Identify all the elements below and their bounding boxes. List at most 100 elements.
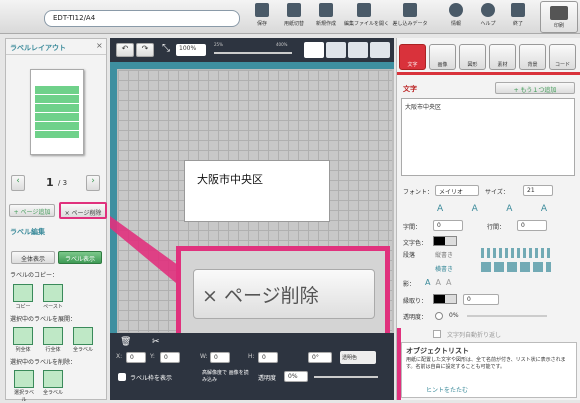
tab-image[interactable]: 画像 (429, 44, 456, 70)
canvas-toolbar: ↶ ↷ ⤡ 100% 25% 400% (110, 38, 394, 62)
print-button[interactable]: 印刷 (540, 1, 578, 33)
show-all-button[interactable]: 全体表示 (11, 251, 55, 264)
paste-button[interactable]: ペースト (42, 284, 64, 310)
zoom-select[interactable]: 100% (176, 44, 206, 56)
prev-page-button[interactable]: ‹ (11, 175, 25, 191)
vertical-writing-option[interactable]: 縦書き (435, 250, 453, 259)
hide-hint-link[interactable]: ヒントをたたむ (426, 385, 468, 394)
bold-button[interactable]: A (437, 204, 443, 216)
w-input[interactable]: 0 (210, 352, 230, 363)
delete-all-button[interactable]: 全ラベル (42, 370, 64, 396)
tab-background[interactable]: 背景 (519, 44, 546, 70)
tab-text[interactable]: 文字 (399, 44, 426, 70)
new-file-icon (319, 3, 333, 17)
view-mode-1-button[interactable] (304, 42, 324, 58)
tab-material[interactable]: 素材 (489, 44, 516, 70)
shadow-none-option[interactable]: A (425, 278, 430, 288)
undo-button[interactable]: ↶ (116, 43, 134, 57)
divider (6, 54, 106, 55)
exit-button[interactable]: 終了 (502, 3, 534, 33)
horizontal-align-buttons[interactable] (481, 262, 551, 272)
char-spacing-input[interactable]: 0 (433, 220, 463, 231)
object-list-description: 用紙に配置した文字や図形は、全て名前が付き、リスト状に表示されます。名前は自由に… (406, 357, 566, 370)
autowrap-label: 文字列自動折り返し (447, 332, 502, 339)
vertical-align-buttons[interactable] (481, 248, 551, 258)
expand-title: 選択中のラベルを展開： (10, 316, 77, 323)
transparent-color-button[interactable]: 透明色 (340, 351, 376, 364)
help-button[interactable]: ヘルプ (472, 3, 504, 33)
opacity-slider[interactable] (314, 376, 378, 378)
canvas-area: ↶ ↷ ⤡ 100% 25% 400% 大阪市中央区 × ページ削除 🗑 ✂ X… (110, 38, 394, 400)
horizontal-writing-option[interactable]: 横書き (435, 264, 453, 273)
delete-selected-button[interactable]: 選択ラベル (12, 370, 36, 403)
opacity-right-value: 0% (449, 312, 459, 319)
printer-icon (550, 6, 568, 20)
label-grid-preview (35, 86, 79, 138)
opacity-input[interactable]: 0% (284, 371, 308, 382)
text-color-swatch[interactable] (433, 236, 457, 246)
outline-width-input[interactable]: 0 (463, 294, 499, 305)
expand-row-button[interactable]: 行全体 (42, 327, 64, 353)
show-frame-checkbox[interactable] (118, 373, 126, 381)
paper-switch-button[interactable]: 用紙切替 (278, 3, 310, 33)
expand-column-icon (13, 327, 33, 345)
opacity-right-slider[interactable] (467, 315, 547, 317)
tab-shape[interactable]: 図形 (459, 44, 486, 70)
canvas-bottom-bar: 🗑 ✂ X: 0 Y: 0 W: 0 H: 0 0° 透明色 ラベル枠を表示 高… (110, 333, 394, 400)
label-layout-thumbnail[interactable] (30, 69, 84, 155)
view-mode-3-button[interactable] (348, 42, 368, 58)
delete-page-button[interactable]: × ページ削除 (59, 202, 107, 219)
shadow-1-option[interactable]: A (435, 278, 440, 288)
y-input[interactable]: 0 (160, 352, 180, 363)
shadow-button[interactable]: A (506, 204, 512, 216)
paste-icon (43, 284, 63, 302)
opacity-label: 透明度 (258, 375, 277, 382)
section-title-text: 文字 (403, 85, 417, 93)
font-select[interactable]: メイリオ (435, 185, 479, 196)
view-mode-buttons (304, 42, 390, 58)
trash-icon[interactable]: 🗑 (120, 337, 131, 347)
h-input[interactable]: 0 (258, 352, 278, 363)
add-text-button[interactable]: + もう１つ追加 (495, 82, 575, 94)
open-file-button[interactable]: 編集ファイルを開く (344, 3, 389, 33)
outline-button[interactable]: A (472, 204, 478, 216)
next-page-button[interactable]: › (86, 175, 100, 191)
text-content-area[interactable]: 大阪市中央区 (401, 98, 575, 176)
expand-all-button[interactable]: 全ラベル (72, 327, 94, 353)
top-toolbar: EDT-TI12/A4 保存 用紙切替 新規作成 編集ファイルを開く 差し込みデ… (0, 0, 580, 34)
zoom-slider[interactable] (214, 52, 292, 54)
redo-button[interactable]: ↷ (136, 43, 154, 57)
line-spacing-input[interactable]: 0 (517, 220, 547, 231)
outline-color-swatch[interactable] (433, 294, 457, 304)
open-file-icon (357, 3, 371, 17)
horizontal-ruler (110, 62, 394, 69)
size-select[interactable]: 21 (523, 185, 553, 196)
close-icon[interactable]: × (96, 41, 103, 50)
shadow-2-option[interactable]: A (446, 278, 451, 288)
save-button[interactable]: 保存 (246, 3, 278, 33)
expand-column-button[interactable]: 列全体 (12, 327, 34, 353)
angle-input[interactable]: 0° (308, 352, 332, 363)
paragraph-label: 段落 (403, 252, 416, 259)
italic-button[interactable]: A (541, 204, 547, 216)
add-page-button[interactable]: + ページ追加 (9, 204, 55, 217)
show-label-button[interactable]: ラベル表示 (58, 251, 102, 264)
opacity-radio[interactable] (435, 312, 443, 320)
panel-title-layout: ラベルレイアウト (10, 44, 66, 52)
info-button[interactable]: 情報 (440, 3, 472, 33)
cut-icon[interactable]: ✂ (152, 337, 160, 347)
x-input[interactable]: 0 (126, 352, 146, 363)
save-icon (255, 3, 269, 17)
copy-button[interactable]: コピー (12, 284, 34, 310)
view-mode-2-button[interactable] (326, 42, 346, 58)
expand-all-icon (73, 327, 93, 345)
object-list-title: オブジェクトリスト (406, 347, 469, 355)
view-mode-4-button[interactable] (370, 42, 390, 58)
w-label: W: (200, 353, 208, 360)
new-button[interactable]: 新規作成 (310, 3, 342, 33)
merge-data-button[interactable]: 差し込みデータ (392, 3, 428, 33)
fit-icon[interactable]: ⤡ (162, 43, 170, 54)
document-name-field[interactable]: EDT-TI12/A4 (44, 10, 240, 27)
autowrap-checkbox[interactable] (433, 330, 441, 338)
tab-code[interactable]: コード (549, 44, 576, 70)
